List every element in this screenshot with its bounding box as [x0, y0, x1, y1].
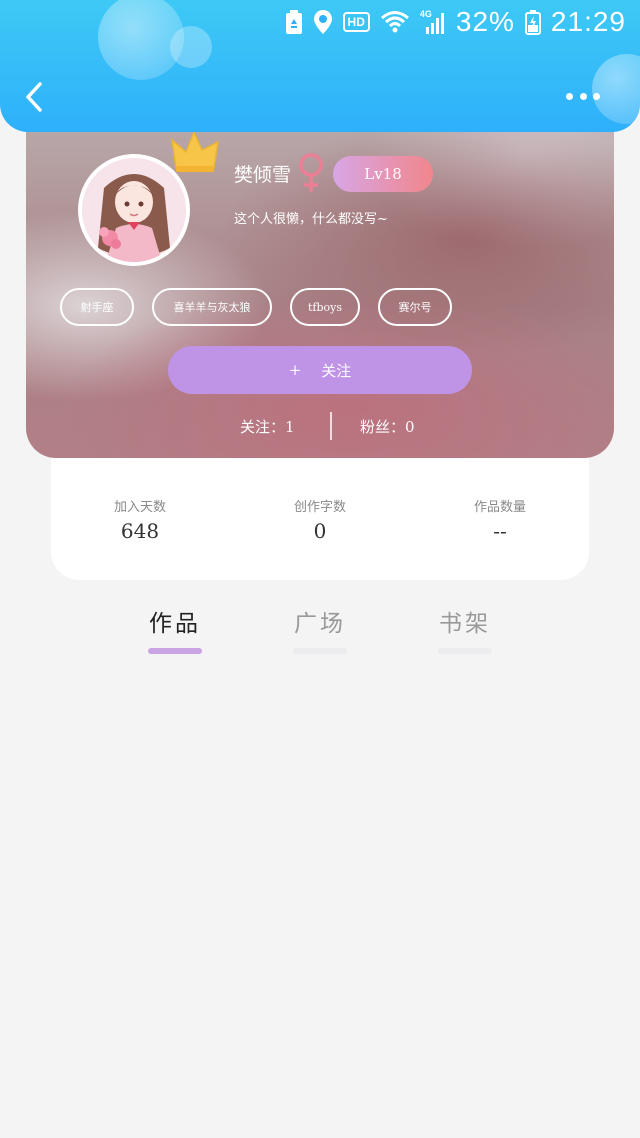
interest-tag[interactable]: 射手座: [60, 288, 134, 326]
tab-indicator: [293, 648, 347, 654]
tag-list: 射手座 喜羊羊与灰太狼 tfboys 赛尔号: [60, 288, 452, 326]
profile-card: 樊倾雪 Lv18 这个人很懒，什么都没写~ 射手座 喜羊羊与灰太狼 tfboys…: [26, 120, 614, 458]
hd-badge: HD: [342, 12, 370, 32]
follow-button-label: 关注: [321, 361, 352, 380]
stats-card: 加入天数 648 创作字数 0 作品数量 --: [51, 440, 589, 580]
status-bar: HD 4G 32% 21:29: [0, 0, 640, 48]
tab-label: 作品: [149, 611, 201, 637]
wifi-icon: [380, 11, 409, 33]
battery-percent: 32%: [455, 6, 515, 37]
username: 樊倾雪: [234, 164, 292, 186]
cellular-signal-icon: 4G: [420, 9, 446, 35]
fans-count[interactable]: 粉丝：0: [360, 416, 415, 437]
following-count[interactable]: 关注：1: [240, 416, 295, 437]
follow-stats: 关注：1 粉丝：0: [26, 410, 614, 442]
interest-tag[interactable]: 喜羊羊与灰太狼: [152, 288, 272, 326]
tab-works[interactable]: 作品: [125, 604, 225, 654]
status-clock: 21:29: [550, 6, 626, 37]
tab-label: 广场: [294, 611, 346, 637]
tab-indicator: [438, 648, 492, 654]
location-icon: [313, 10, 332, 34]
interest-tag[interactable]: tfboys: [290, 288, 360, 326]
more-options-button[interactable]: [566, 86, 600, 106]
interest-tag[interactable]: 赛尔号: [378, 288, 452, 326]
stat-label: 加入天数: [113, 500, 166, 515]
more-dots-icon: [566, 92, 573, 100]
stat-value: --: [493, 519, 507, 543]
back-button[interactable]: [20, 80, 50, 114]
level-badge: Lv18: [333, 156, 433, 192]
more-dots-icon: [593, 92, 600, 100]
tab-indicator: [148, 648, 202, 654]
stat-value: 0: [313, 519, 327, 543]
stat-label: 创作字数: [293, 500, 346, 515]
stat-works-count: 作品数量 --: [420, 496, 580, 543]
content-tabs: 作品 广场 书架: [0, 604, 640, 664]
tab-square[interactable]: 广场: [270, 604, 370, 654]
stat-word-count: 创作字数 0: [240, 496, 400, 543]
tab-label: 书架: [439, 611, 491, 637]
crown-icon: [170, 130, 219, 172]
divider: [330, 412, 332, 440]
header-bar: HD 4G 32% 21:29: [0, 0, 640, 132]
stat-join-days: 加入天数 648: [60, 496, 220, 543]
chevron-left-icon: [26, 82, 42, 112]
recycle-notification-icon: [285, 10, 302, 34]
follow-button[interactable]: + 关注: [168, 346, 472, 394]
battery-charging-icon: [524, 10, 541, 35]
user-bio: 这个人很懒，什么都没写~: [234, 212, 388, 227]
more-dots-icon: [579, 92, 587, 100]
female-symbol-icon: [299, 153, 323, 192]
plus-icon: +: [288, 361, 302, 379]
stat-value: 648: [120, 519, 160, 543]
tab-bookshelf[interactable]: 书架: [415, 604, 515, 654]
stat-label: 作品数量: [473, 500, 526, 515]
